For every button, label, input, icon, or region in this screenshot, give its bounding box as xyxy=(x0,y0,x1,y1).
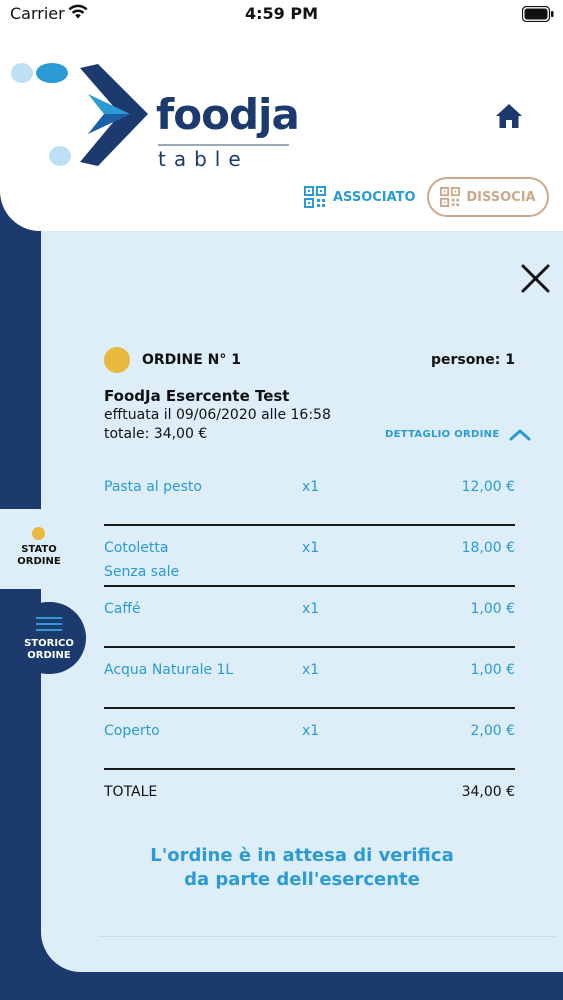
item-price: 18,00 € xyxy=(461,540,515,556)
brand-divider xyxy=(158,144,289,146)
chevron-up-icon xyxy=(509,429,531,441)
status-dot xyxy=(32,527,45,540)
item-price: 2,00 € xyxy=(470,723,515,739)
home-icon[interactable] xyxy=(495,103,523,129)
item-qty: x1 xyxy=(302,601,320,617)
list-item: Acqua Naturale 1L x1 1,00 € xyxy=(104,648,515,709)
list-item: Coperto x1 2,00 € xyxy=(104,709,515,770)
status-bar: Carrier 4:59 PM xyxy=(0,0,563,30)
item-name: Coperto xyxy=(104,723,160,739)
header: Carrier 4:59 PM foodja table ASSOCIATO D… xyxy=(0,0,563,231)
grand-total-label: TOTALE xyxy=(104,784,158,800)
list-item: Cotoletta x1 18,00 € Senza sale xyxy=(104,526,515,587)
tab-order-status[interactable]: STATO ORDINE xyxy=(0,509,78,589)
order-status-dot xyxy=(104,347,130,373)
item-name: Acqua Naturale 1L xyxy=(104,662,234,678)
order-items-list: Pasta al pesto x1 12,00 € Cotoletta x1 1… xyxy=(104,465,515,770)
brand-name: foodja xyxy=(156,90,300,139)
clock: 4:59 PM xyxy=(244,4,318,23)
merchant-name: FoodJa Esercente Test xyxy=(104,387,290,405)
tab-label-line: ORDINE xyxy=(27,650,71,661)
item-name: Pasta al pesto xyxy=(104,479,202,495)
order-total: totale: 34,00 € xyxy=(104,426,208,442)
item-qty: x1 xyxy=(302,723,320,739)
item-qty: x1 xyxy=(302,479,320,495)
order-detail-label: DETTAGLIO ORDINE xyxy=(385,429,500,440)
menu-lines-icon xyxy=(36,617,62,631)
dissociate-label: DISSOCIA xyxy=(466,189,536,205)
item-name: Cotoletta xyxy=(104,540,169,556)
waiting-message: L'ordine è in attesa di verifica da part… xyxy=(41,844,563,892)
tab-order-history[interactable]: STORICO ORDINE xyxy=(4,602,86,674)
item-note: Senza sale xyxy=(104,564,180,580)
item-price: 1,00 € xyxy=(470,662,515,678)
brand-subtitle: table xyxy=(158,147,249,171)
tab-order-status-label: STATO ORDINE xyxy=(0,544,78,568)
waiting-message-line: L'ordine è in attesa di verifica xyxy=(150,845,454,866)
divider xyxy=(98,936,556,937)
item-qty: x1 xyxy=(302,662,320,678)
tab-order-history-label: STORICO ORDINE xyxy=(12,638,86,662)
tab-label-line: ORDINE xyxy=(17,556,61,567)
waiting-message-line: da parte dell'esercente xyxy=(184,869,420,890)
list-item: Caffé x1 1,00 € xyxy=(104,587,515,648)
item-name: Caffé xyxy=(104,601,141,617)
associated-label: ASSOCIATO xyxy=(333,189,416,205)
item-price: 12,00 € xyxy=(461,479,515,495)
grand-total-value: 34,00 € xyxy=(461,784,515,800)
dissociate-button[interactable]: DISSOCIA xyxy=(427,177,549,217)
order-number: ORDINE N° 1 xyxy=(142,352,241,368)
item-price: 1,00 € xyxy=(470,601,515,617)
qr-code-icon xyxy=(440,187,461,207)
tab-label-line: STORICO xyxy=(24,638,74,649)
list-item: Pasta al pesto x1 12,00 € xyxy=(104,465,515,526)
battery-icon xyxy=(522,6,554,22)
tab-label-line: STATO xyxy=(21,544,57,555)
item-qty: x1 xyxy=(302,540,320,556)
associated-status[interactable]: ASSOCIATO xyxy=(304,186,416,208)
order-date: efftuata il 09/06/2020 alle 16:58 xyxy=(104,407,331,423)
order-detail-toggle[interactable]: DETTAGLIO ORDINE xyxy=(385,428,531,441)
qr-code-icon xyxy=(304,186,326,208)
close-icon[interactable] xyxy=(521,264,550,293)
persons-count: persone: 1 xyxy=(430,352,515,368)
